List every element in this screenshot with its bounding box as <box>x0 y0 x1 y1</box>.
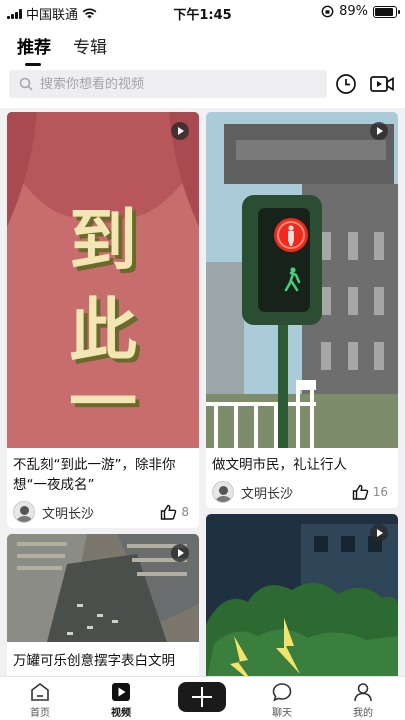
play-icon <box>171 122 189 140</box>
video-card[interactable]: 做文明市民，礼让行人 文明长沙 16 <box>206 112 398 508</box>
nav-video-label: 视频 <box>111 708 131 719</box>
plus-icon[interactable] <box>178 682 226 712</box>
nav-home[interactable]: 首页 <box>10 681 70 719</box>
thumbs-up-icon <box>161 504 177 520</box>
thumbnail-char: 一 <box>69 363 137 443</box>
video-card[interactable]: 到 到 此 此 一 一 不乱刻“到此一游”，除非你想“一夜成名” 文明长沙 8 <box>7 112 199 528</box>
video-record-icon[interactable] <box>369 72 395 96</box>
clock-icon[interactable] <box>334 72 358 96</box>
video-card[interactable] <box>206 514 398 676</box>
header: 推荐 专辑 <box>0 24 405 108</box>
video-title: 万罐可乐创意摆字表白文明 <box>13 653 175 669</box>
video-thumbnail: 到 到 此 此 一 一 <box>7 112 199 448</box>
author-name: 文明长沙 <box>241 486 294 502</box>
nav-chat[interactable]: 聊天 <box>252 681 312 719</box>
thumbnail-char: 此 <box>69 291 137 371</box>
avatar <box>13 501 35 523</box>
like-button[interactable]: 8 <box>160 504 189 520</box>
search-icon <box>19 77 33 91</box>
play-icon <box>370 122 388 140</box>
nav-profile-label: 我的 <box>353 708 373 719</box>
tab-recommend[interactable]: 推荐 <box>17 33 51 66</box>
search-bar[interactable] <box>9 70 327 98</box>
author[interactable]: 文明长沙 <box>13 501 94 523</box>
author-name: 文明长沙 <box>42 506 95 522</box>
video-thumbnail <box>206 112 398 448</box>
nav-video[interactable]: 视频 <box>91 681 151 719</box>
video-thumbnail <box>206 514 398 676</box>
video-icon <box>112 683 130 701</box>
video-card[interactable]: 万罐可乐创意摆字表白文明 <box>7 534 199 676</box>
battery-icon <box>373 5 400 18</box>
thumbnail-char: 到 <box>69 201 137 281</box>
status-bar: 中国联通 下午1:45 89% <box>0 0 405 24</box>
video-title: 做文明市民，礼让行人 <box>212 457 347 473</box>
battery-percent: 89% <box>339 4 368 19</box>
chat-icon <box>272 683 292 702</box>
top-tabs: 推荐 专辑 <box>17 33 107 66</box>
thumbs-up-icon <box>352 484 368 500</box>
play-icon <box>370 524 388 542</box>
home-icon <box>31 683 49 701</box>
like-button[interactable]: 16 <box>352 484 388 500</box>
search-input[interactable] <box>40 76 310 92</box>
nav-chat-label: 聊天 <box>272 708 292 719</box>
profile-icon <box>354 683 372 702</box>
nav-profile[interactable]: 我的 <box>333 681 393 719</box>
orientation-lock-icon <box>321 5 334 18</box>
nav-home-label: 首页 <box>30 708 50 719</box>
author[interactable]: 文明长沙 <box>212 481 293 503</box>
video-feed: 到 到 此 此 一 一 不乱刻“到此一游”，除非你想“一夜成名” 文明长沙 8 <box>0 108 405 676</box>
play-icon <box>171 544 189 562</box>
video-title: 不乱刻“到此一游”，除非你想“一夜成名” <box>13 457 176 493</box>
avatar <box>212 481 234 503</box>
like-count: 16 <box>372 485 388 499</box>
bottom-nav: 首页 视频 聊天 我的 <box>0 676 405 720</box>
like-count: 8 <box>181 505 189 519</box>
tab-albums[interactable]: 专辑 <box>73 33 107 64</box>
